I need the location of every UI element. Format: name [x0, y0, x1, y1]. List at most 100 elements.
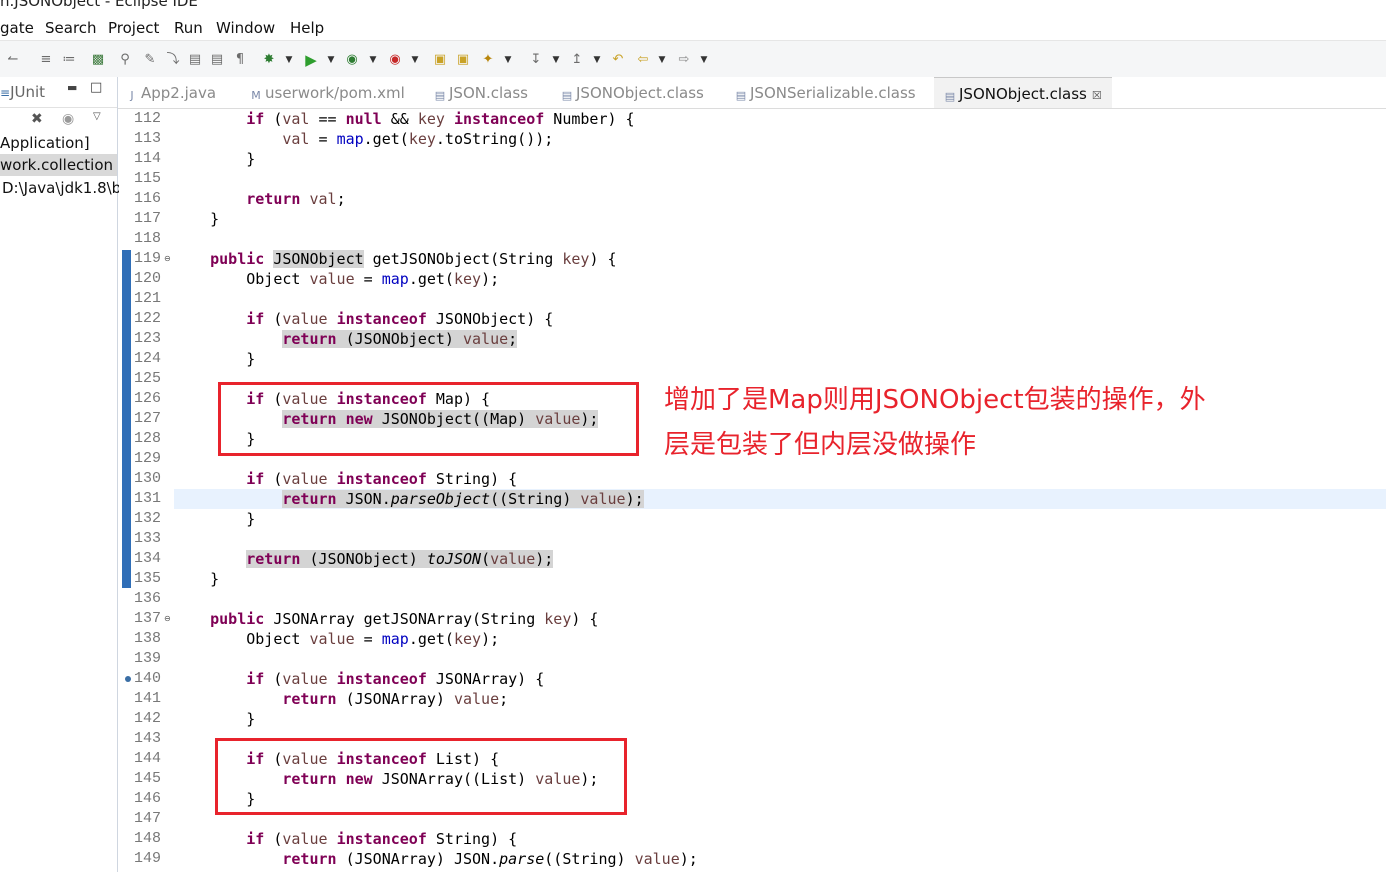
- next-edit-icon[interactable]: ↧: [527, 52, 545, 68]
- line-number: 118: [134, 230, 162, 247]
- code-keyword: instanceof: [336, 310, 427, 328]
- line-number: 147: [134, 810, 162, 827]
- code-line[interactable]: }: [174, 209, 219, 229]
- tab-app2-java[interactable]: J App2.java: [126, 77, 216, 108]
- class-file-icon: ▤: [434, 89, 446, 102]
- code-line[interactable]: return val;: [174, 189, 345, 209]
- forward-icon[interactable]: ⇨: [675, 52, 693, 68]
- view-menu-icon[interactable]: ▽: [93, 111, 101, 122]
- code-line[interactable]: }: [174, 569, 219, 589]
- code-variable: value: [309, 270, 355, 288]
- code-line[interactable]: Object value = map.get(key);: [174, 269, 499, 289]
- fold-toggle-icon[interactable]: ⊖: [164, 254, 171, 263]
- document-icon[interactable]: ▤: [209, 52, 225, 68]
- code-keyword: instanceof: [336, 830, 427, 848]
- code-line[interactable]: val = map.get(key.toString());: [174, 129, 553, 149]
- menu-window[interactable]: Window: [216, 19, 275, 37]
- menu-run[interactable]: Run: [174, 19, 203, 37]
- tab-jsonobject-class[interactable]: ▤ JSONObject.class: [561, 77, 704, 108]
- line-number: 144: [134, 750, 162, 767]
- code-line[interactable]: }: [174, 349, 255, 369]
- line-number: 146: [134, 790, 162, 807]
- code-variable: value: [580, 490, 626, 508]
- external-tools-dropdown-icon[interactable]: ▼: [411, 52, 419, 68]
- code-text: (: [264, 310, 283, 328]
- code-text: }: [174, 150, 256, 168]
- code-keyword: return: [246, 190, 301, 208]
- code-line[interactable]: public JSONArray getJSONArray(String key…: [174, 609, 598, 629]
- tab-jsonserializable-class[interactable]: ▤ JSONSerializable.class: [735, 77, 916, 108]
- pin-editor-icon[interactable]: ⚲: [116, 52, 134, 68]
- pilcrow-icon[interactable]: ¶: [232, 52, 248, 68]
- code-line[interactable]: return (JSONObject) toJSON(value);: [174, 549, 554, 569]
- prev-edit-dropdown-icon[interactable]: ▼: [593, 52, 601, 68]
- run-icon[interactable]: ▶: [302, 52, 320, 68]
- breakpoint-marker-icon[interactable]: [125, 676, 131, 682]
- menu-search[interactable]: Search: [45, 19, 97, 37]
- code-line[interactable]: }: [174, 149, 255, 169]
- tab-pom-xml[interactable]: Muserwork/pom.xml: [250, 77, 405, 108]
- forward-dropdown-icon[interactable]: ▼: [700, 52, 708, 68]
- tab-jsonobject-class-active[interactable]: ▤ JSONObject.class ☒: [934, 77, 1112, 108]
- junit-run-item[interactable]: Application]: [0, 132, 117, 154]
- fold-toggle-icon[interactable]: ⊖: [164, 614, 171, 623]
- prev-annotation-icon[interactable]: ▤: [186, 52, 204, 68]
- junit-view-title[interactable]: ≡JUnit: [0, 83, 45, 101]
- edit-icon[interactable]: ✎: [141, 52, 159, 68]
- junit-run-item[interactable]: work.collection: [0, 154, 117, 176]
- code-text: }: [174, 350, 256, 368]
- code-line[interactable]: return (JSONObject) value;: [174, 329, 518, 349]
- next-annotation-icon[interactable]: ⤵: [164, 52, 182, 68]
- code-line[interactable]: return JSON.parseObject((String) value);: [174, 489, 644, 509]
- last-edit-location-icon[interactable]: ↶: [609, 52, 627, 68]
- new-java-project-icon[interactable]: ▣: [431, 52, 449, 68]
- junit-filter-icon[interactable]: ✖: [31, 111, 43, 127]
- coverage-dropdown-icon[interactable]: ▼: [369, 52, 377, 68]
- code-text: ==: [309, 110, 346, 128]
- junit-run-item[interactable]: D:\Java\jdk1.8\b: [0, 177, 119, 199]
- close-tab-icon[interactable]: ☒: [1092, 89, 1102, 102]
- minimize-icon[interactable]: ▬: [67, 81, 77, 94]
- code-line[interactable]: if (value instanceof JSONObject) {: [174, 309, 553, 329]
- menu-navigate[interactable]: gate: [0, 19, 34, 37]
- coverage-icon[interactable]: ◉: [343, 52, 361, 68]
- code-line[interactable]: }: [174, 709, 255, 729]
- code-line[interactable]: Object value = map.get(key);: [174, 629, 499, 649]
- code-line[interactable]: if (value instanceof String) {: [174, 829, 517, 849]
- menu-help[interactable]: Help: [290, 19, 324, 37]
- open-type-icon[interactable]: ▣: [454, 52, 472, 68]
- line-number: 136: [134, 590, 162, 607]
- code-line[interactable]: public JSONObject getJSONObject(String k…: [174, 249, 617, 269]
- prev-edit-icon[interactable]: ↥: [568, 52, 586, 68]
- debug-dropdown-icon[interactable]: ▼: [285, 52, 293, 68]
- code-line[interactable]: if (val == null && key instanceof Number…: [174, 109, 634, 129]
- maximize-icon[interactable]: □: [90, 80, 102, 95]
- next-edit-dropdown-icon[interactable]: ▼: [552, 52, 560, 68]
- show-whitespace-icon[interactable]: ≔: [60, 52, 78, 68]
- run-dropdown-icon[interactable]: ▼: [327, 52, 335, 68]
- search-icon[interactable]: ✦: [479, 52, 497, 68]
- occurrence-ruler: [122, 250, 131, 588]
- menu-project[interactable]: Project: [108, 19, 159, 37]
- debug-icon[interactable]: ✸: [260, 52, 278, 68]
- code-line[interactable]: if (value instanceof String) {: [174, 469, 517, 489]
- line-number: 135: [134, 570, 162, 587]
- toggle-block-selection-icon[interactable]: ≡: [37, 52, 55, 68]
- code-line[interactable]: if (value instanceof JSONArray) {: [174, 669, 544, 689]
- junit-history-icon[interactable]: ◉: [62, 111, 74, 127]
- code-line[interactable]: }: [174, 509, 255, 529]
- code-text: }: [174, 710, 256, 728]
- tab-json-class[interactable]: ▤ JSON.class: [434, 77, 528, 108]
- back-icon[interactable]: ⇦: [634, 52, 652, 68]
- code-line[interactable]: return (JSONArray) value;: [174, 689, 508, 709]
- external-tools-icon[interactable]: ◉: [386, 52, 404, 68]
- code-text: .get(: [408, 270, 454, 288]
- search-dropdown-icon[interactable]: ▼: [504, 52, 512, 68]
- toggle-mark-icon[interactable]: ↼: [2, 52, 24, 68]
- code-variable: val: [282, 110, 310, 128]
- build-icon[interactable]: ▩: [89, 52, 107, 68]
- back-dropdown-icon[interactable]: ▼: [658, 52, 666, 68]
- code-line[interactable]: return (JSONArray) JSON.parse((String) v…: [174, 849, 697, 869]
